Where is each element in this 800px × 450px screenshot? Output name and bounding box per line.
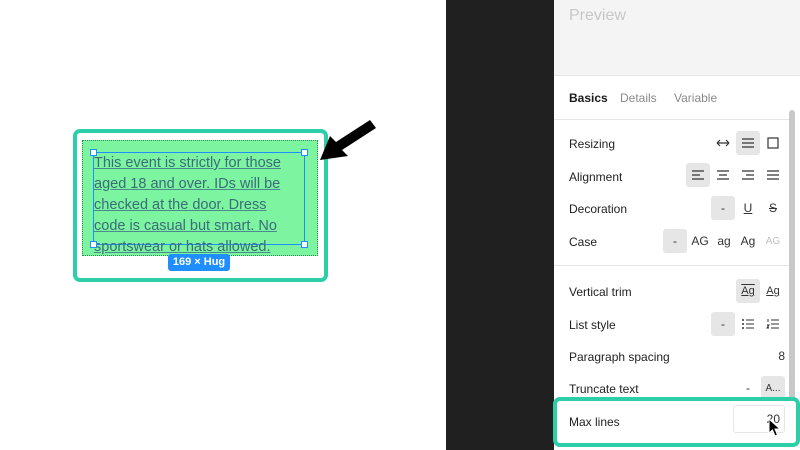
design-canvas[interactable]: This event is strictly for those aged 18… — [0, 0, 446, 450]
canvas-background-dark — [446, 0, 554, 450]
preview-title: Preview — [569, 7, 626, 24]
resize-auto-height-icon[interactable] — [736, 131, 760, 155]
panel-scrollbar[interactable] — [789, 110, 795, 400]
case-upper-button[interactable]: AG — [688, 229, 712, 253]
alignment-label: Alignment — [569, 170, 623, 184]
tab-details[interactable]: Details — [620, 91, 657, 105]
text-line: This event is strictly for those — [94, 155, 281, 171]
vertical-trim-standard-button[interactable]: Ag — [736, 279, 760, 303]
list-none-button[interactable]: - — [711, 312, 735, 336]
text-line: aged 18 and over. IDs will be — [94, 176, 281, 192]
strikethrough-icon[interactable]: S — [761, 196, 785, 220]
size-badge: 169 × Hug — [168, 254, 230, 271]
truncate-text-label: Truncate text — [569, 382, 639, 396]
case-lower-button[interactable]: ag — [712, 229, 736, 253]
divider — [554, 265, 790, 266]
paragraph-spacing-label: Paragraph spacing — [569, 350, 670, 364]
resize-handle-top-right[interactable] — [301, 149, 308, 156]
case-none-button[interactable]: - — [663, 229, 687, 253]
pointer-arrow-icon — [320, 120, 376, 160]
resize-handle-bottom-left[interactable] — [90, 241, 97, 248]
divider — [554, 119, 790, 120]
vertical-trim-cap-button[interactable]: Ag — [761, 279, 785, 303]
numbered-list-icon[interactable] — [761, 312, 785, 336]
paragraph-spacing-input[interactable]: 8 — [761, 344, 785, 368]
case-label: Case — [569, 235, 598, 249]
align-left-icon[interactable] — [686, 163, 710, 187]
preview-area: Preview — [554, 0, 800, 76]
text-line: code is casual but smart. No — [94, 218, 277, 234]
vertical-trim-label: Vertical trim — [569, 285, 632, 299]
text-layer[interactable]: This event is strictly for those aged 18… — [94, 153, 309, 258]
case-title-button[interactable]: Ag — [736, 229, 760, 253]
decoration-none-button[interactable]: - — [711, 196, 735, 220]
tab-basics[interactable]: Basics — [569, 91, 608, 105]
properties-panel: Preview Basics Details Variable Resizing… — [554, 0, 800, 450]
underline-icon[interactable]: U — [736, 196, 760, 220]
resize-handle-top-left[interactable] — [90, 149, 97, 156]
align-center-icon[interactable] — [711, 163, 735, 187]
resize-fixed-size-icon[interactable] — [761, 131, 785, 155]
list-style-label: List style — [569, 318, 616, 332]
mouse-cursor-icon — [768, 418, 782, 437]
align-right-icon[interactable] — [736, 163, 760, 187]
resize-fixed-width-icon[interactable] — [711, 131, 735, 155]
resizing-label: Resizing — [569, 137, 616, 151]
align-justify-icon[interactable] — [761, 163, 785, 187]
text-line: checked at the door. Dress — [94, 197, 267, 213]
highlight-outline-max-lines — [553, 397, 800, 447]
bulleted-list-icon[interactable] — [736, 312, 760, 336]
case-small-caps-button[interactable]: AG — [761, 229, 785, 253]
tab-variable[interactable]: Variable — [674, 91, 717, 105]
resize-handle-bottom-right[interactable] — [301, 241, 308, 248]
decoration-label: Decoration — [569, 202, 628, 216]
